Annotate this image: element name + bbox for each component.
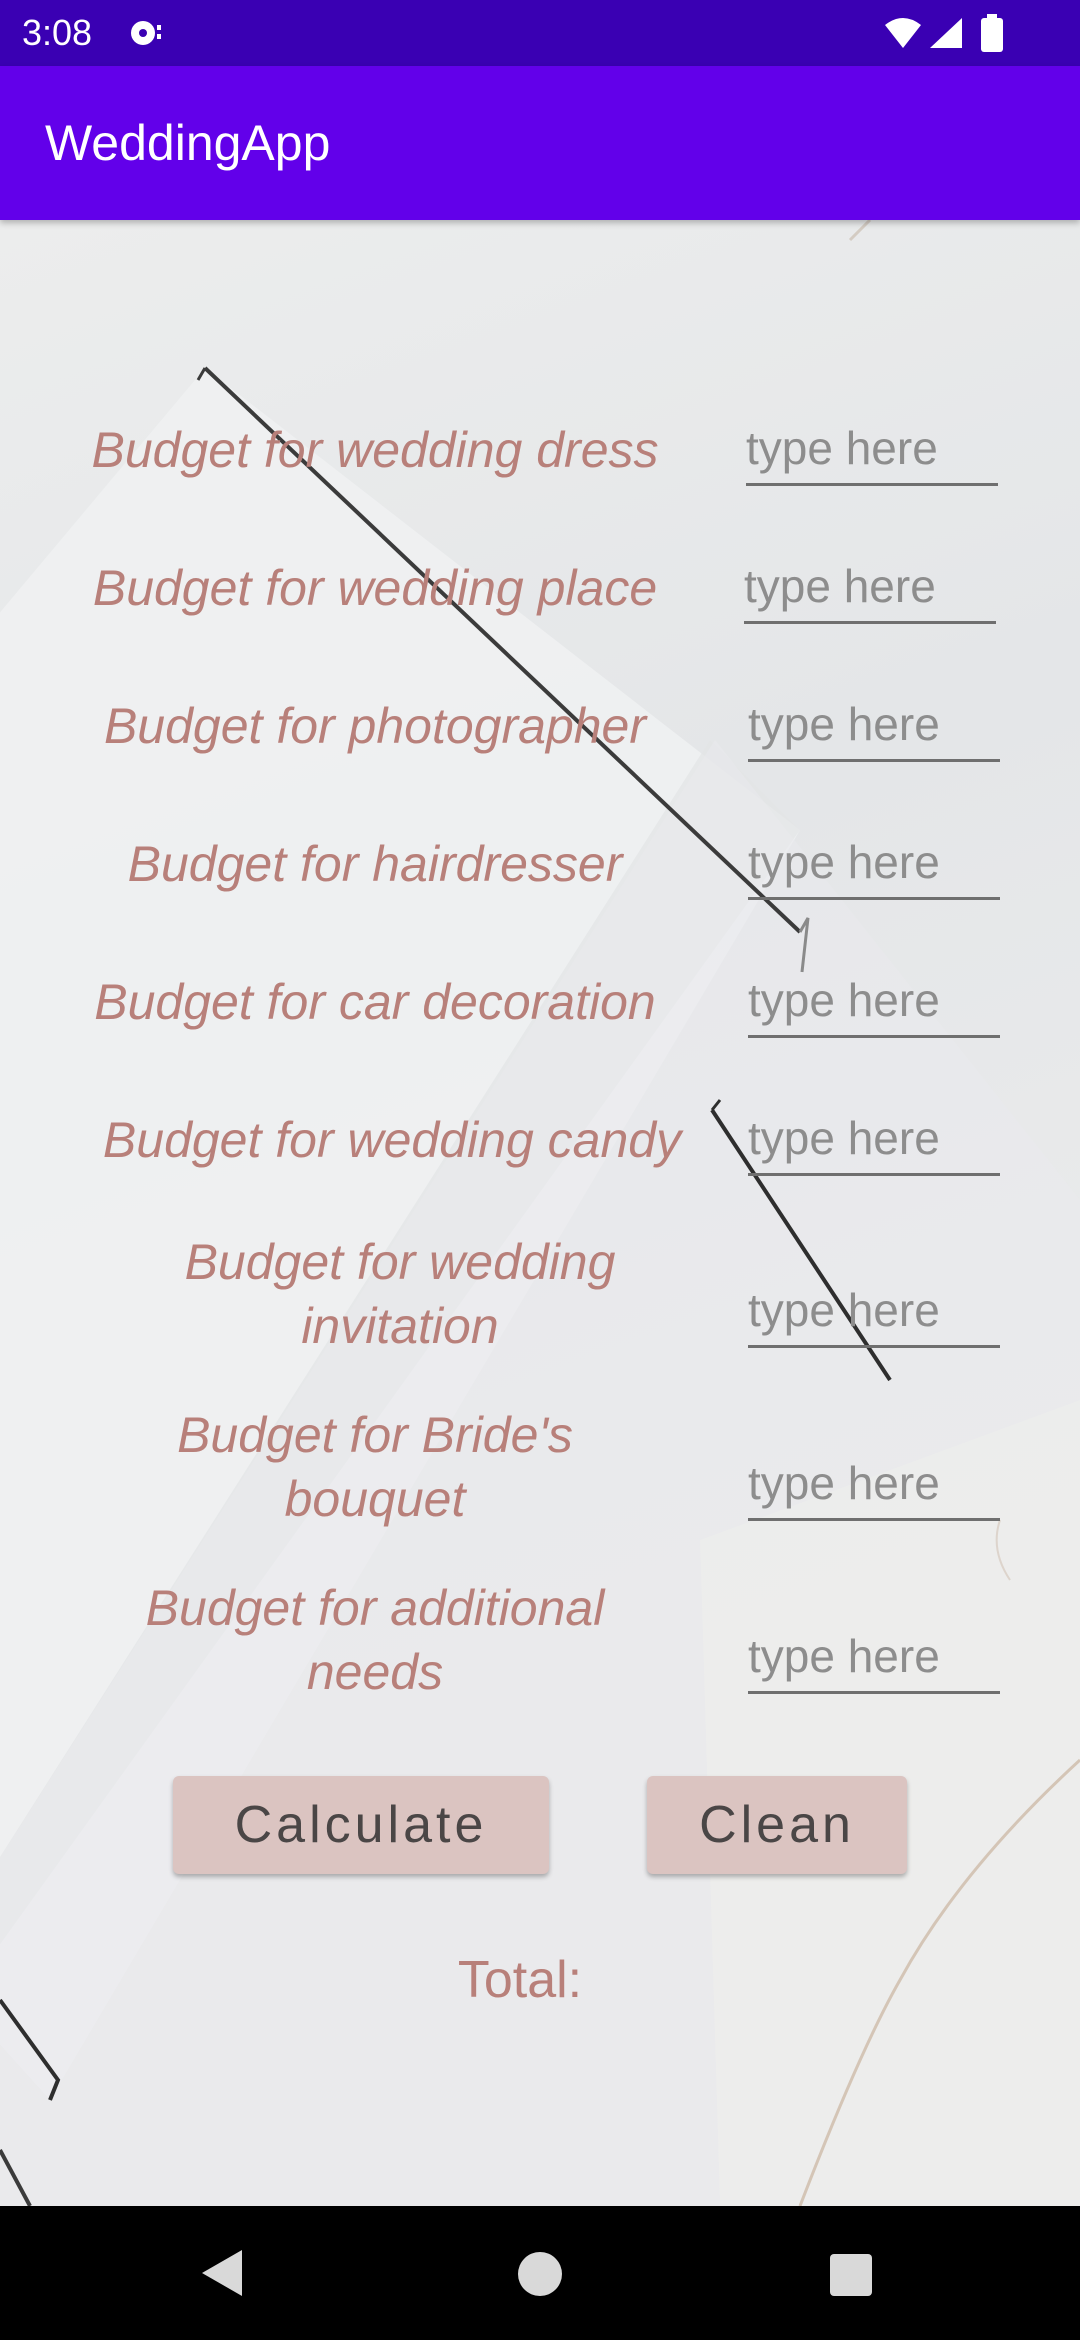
screen: 3:08 WeddingApp Budget for wedding dress… bbox=[0, 0, 1080, 2340]
label-car-decoration: Budget for car decoration bbox=[94, 974, 656, 1030]
wedding-place-field[interactable] bbox=[744, 550, 996, 624]
status-time: 3:08 bbox=[22, 12, 93, 53]
car-decoration-field[interactable] bbox=[748, 964, 1000, 1038]
wedding-candy-input[interactable] bbox=[748, 1102, 1000, 1173]
total-label: Total: bbox=[457, 1951, 583, 2009]
navigation-bar bbox=[0, 2206, 1080, 2340]
home-icon[interactable] bbox=[518, 2252, 562, 2296]
wedding-dress-field[interactable] bbox=[746, 412, 998, 486]
wedding-candy-field[interactable] bbox=[748, 1102, 1000, 1176]
background-image bbox=[0, 220, 1080, 2206]
label-additional-needs: Budget for additional needs bbox=[145, 1580, 605, 1700]
app-title: WeddingApp bbox=[45, 115, 331, 171]
label-photographer: Budget for photographer bbox=[103, 698, 647, 754]
status-bar: 3:08 bbox=[0, 0, 1080, 66]
calculate-button[interactable]: Calculate bbox=[173, 1776, 549, 1874]
wedding-place-input[interactable] bbox=[744, 550, 996, 621]
label-hairdresser: Budget for hairdresser bbox=[127, 836, 623, 892]
clean-button[interactable]: Clean bbox=[647, 1776, 907, 1874]
photographer-field[interactable] bbox=[748, 688, 1000, 762]
wedding-invitation-input[interactable] bbox=[748, 1274, 1000, 1345]
app-bar: WeddingApp bbox=[0, 66, 1080, 220]
brides-bouquet-input[interactable] bbox=[748, 1447, 1000, 1518]
wifi-icon bbox=[885, 18, 921, 48]
wedding-dress-input[interactable] bbox=[746, 412, 998, 483]
label-wedding-invitation: Budget for wedding invitation bbox=[184, 1234, 616, 1354]
back-icon[interactable] bbox=[198, 2246, 248, 2300]
hairdresser-field[interactable] bbox=[748, 826, 1000, 900]
label-wedding-place: Budget for wedding place bbox=[92, 560, 658, 616]
label-brides-bouquet: Budget for Bride's bouquet bbox=[177, 1407, 573, 1527]
hairdresser-input[interactable] bbox=[748, 826, 1000, 897]
battery-icon bbox=[981, 14, 1003, 52]
label-wedding-candy: Budget for wedding candy bbox=[102, 1112, 682, 1168]
label-wedding-dress: Budget for wedding dress bbox=[91, 422, 659, 478]
brides-bouquet-field[interactable] bbox=[748, 1447, 1000, 1521]
content-area: Budget for wedding dress Budget for wedd… bbox=[0, 220, 1080, 2206]
cell-signal-icon bbox=[930, 18, 962, 48]
car-decoration-input[interactable] bbox=[748, 964, 1000, 1035]
wedding-invitation-field[interactable] bbox=[748, 1274, 1000, 1348]
recents-icon[interactable] bbox=[830, 2254, 872, 2296]
additional-needs-input[interactable] bbox=[748, 1620, 1000, 1691]
additional-needs-field[interactable] bbox=[748, 1620, 1000, 1694]
media-notification-icon bbox=[131, 21, 161, 45]
photographer-input[interactable] bbox=[748, 688, 1000, 759]
